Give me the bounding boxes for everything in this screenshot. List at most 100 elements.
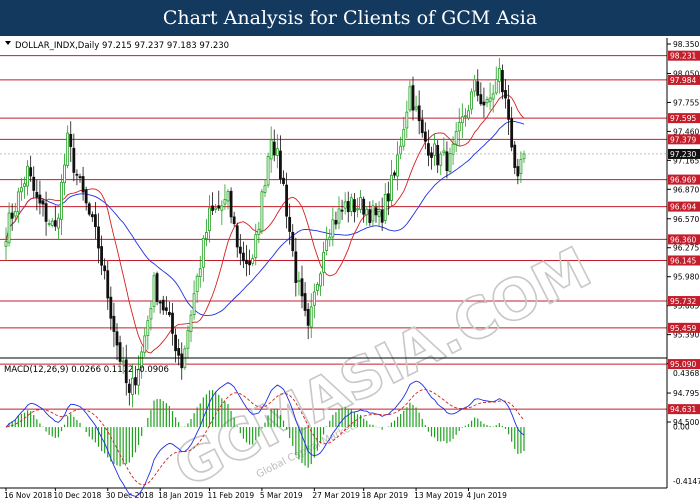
level-label: 96.360	[670, 235, 696, 244]
candle-body	[396, 154, 399, 177]
chart-banner: Chart Analysis for Clients of GCM Asia	[0, 0, 700, 36]
candle-body	[143, 335, 147, 353]
candle-body	[312, 291, 316, 306]
candle-body	[522, 153, 526, 160]
level-label: 97.595	[670, 114, 696, 123]
candle-body	[189, 314, 193, 332]
candle-body	[229, 190, 233, 218]
candle-body	[383, 194, 387, 221]
candle-body	[20, 187, 23, 193]
candle-body	[66, 132, 70, 166]
candle-body	[198, 268, 202, 278]
level-label: 95.090	[670, 360, 696, 369]
candle-body	[445, 151, 449, 171]
candle-body	[109, 296, 113, 319]
candle-body	[479, 94, 483, 105]
candle-body	[251, 258, 255, 264]
candle-body	[470, 91, 473, 110]
candle-body	[282, 177, 285, 184]
candle-body	[507, 99, 510, 120]
candle-body	[174, 334, 177, 352]
candle-body	[427, 143, 430, 156]
candle-body	[501, 70, 504, 93]
candle-body	[100, 246, 103, 266]
candle-body	[226, 191, 230, 202]
x-tick-label: 30 Dec 2018	[106, 491, 154, 500]
candle-body	[164, 307, 168, 311]
candle-body	[263, 185, 267, 193]
x-tick-label: 27 Mar 2019	[312, 491, 360, 500]
x-tick-label: 13 May 2019	[414, 491, 463, 500]
candle-body	[420, 119, 424, 134]
candle-body	[90, 214, 94, 218]
candle-body	[433, 143, 436, 156]
candle-body	[442, 150, 446, 154]
level-label: 96.969	[670, 176, 696, 185]
candle-body	[32, 176, 36, 191]
candle-body	[23, 183, 26, 187]
x-tick-label: 18 Apr 2019	[362, 491, 409, 500]
candle-body	[377, 211, 381, 217]
candle-body	[260, 191, 264, 232]
candle-body	[78, 176, 82, 179]
candle-body	[50, 220, 54, 226]
y-tick-label: 95.980	[673, 273, 699, 282]
candle-body	[306, 309, 310, 326]
candle-body	[171, 312, 174, 334]
x-tick-label: 4 Jun 2019	[467, 491, 508, 500]
y-tick-label: 96.870	[673, 185, 699, 194]
candle-body	[214, 207, 218, 210]
candle-body	[217, 205, 221, 209]
current-price-label: 97.230	[670, 150, 696, 159]
candle-body	[238, 246, 242, 254]
candle-body	[334, 220, 338, 225]
level-label: 95.459	[670, 324, 696, 333]
candle-body	[235, 225, 239, 248]
candle-body	[35, 192, 39, 198]
candle-body	[53, 220, 57, 227]
y-tick-label: 97.755	[673, 98, 699, 107]
candle-body	[319, 273, 322, 287]
level-label: 95.732	[670, 297, 696, 306]
candle-body	[192, 293, 196, 315]
candle-body	[371, 205, 375, 222]
candle-body	[87, 203, 91, 215]
candle-body	[106, 270, 110, 299]
candle-body	[491, 93, 495, 100]
candle-body	[414, 106, 418, 110]
candle-body	[177, 348, 181, 356]
candle-body	[149, 307, 153, 320]
candle-body	[288, 216, 292, 232]
candle-body	[26, 165, 29, 187]
x-tick-label: 5 Mar 2019	[260, 491, 303, 500]
candle-body	[328, 236, 332, 240]
candle-body	[158, 301, 162, 304]
candle-body	[448, 153, 452, 172]
candle-body	[41, 200, 45, 205]
y-tick-label: 94.795	[673, 389, 699, 398]
candle-body	[115, 331, 119, 346]
candle-body	[349, 197, 353, 212]
candle-body	[168, 311, 171, 316]
candle-body	[146, 320, 150, 336]
level-label: 97.984	[670, 76, 696, 85]
macd-y-tick-label: 0.00	[673, 423, 690, 432]
candle-body	[10, 212, 14, 219]
candle-body	[467, 110, 470, 119]
candle-body	[13, 211, 17, 217]
candle-body	[464, 115, 467, 118]
candle-body	[519, 159, 523, 174]
candle-body	[127, 383, 131, 393]
candle-body	[69, 133, 73, 147]
candle-body	[399, 145, 403, 155]
candle-body	[180, 353, 184, 369]
candle-body	[294, 251, 298, 283]
candle-body	[408, 86, 412, 111]
candle-body	[362, 198, 366, 215]
candle-body	[38, 194, 42, 204]
candle-body	[266, 156, 270, 186]
candle-body	[393, 172, 396, 176]
candle-body	[245, 259, 248, 265]
candle-body	[340, 209, 344, 212]
level-label: 96.694	[670, 203, 696, 212]
